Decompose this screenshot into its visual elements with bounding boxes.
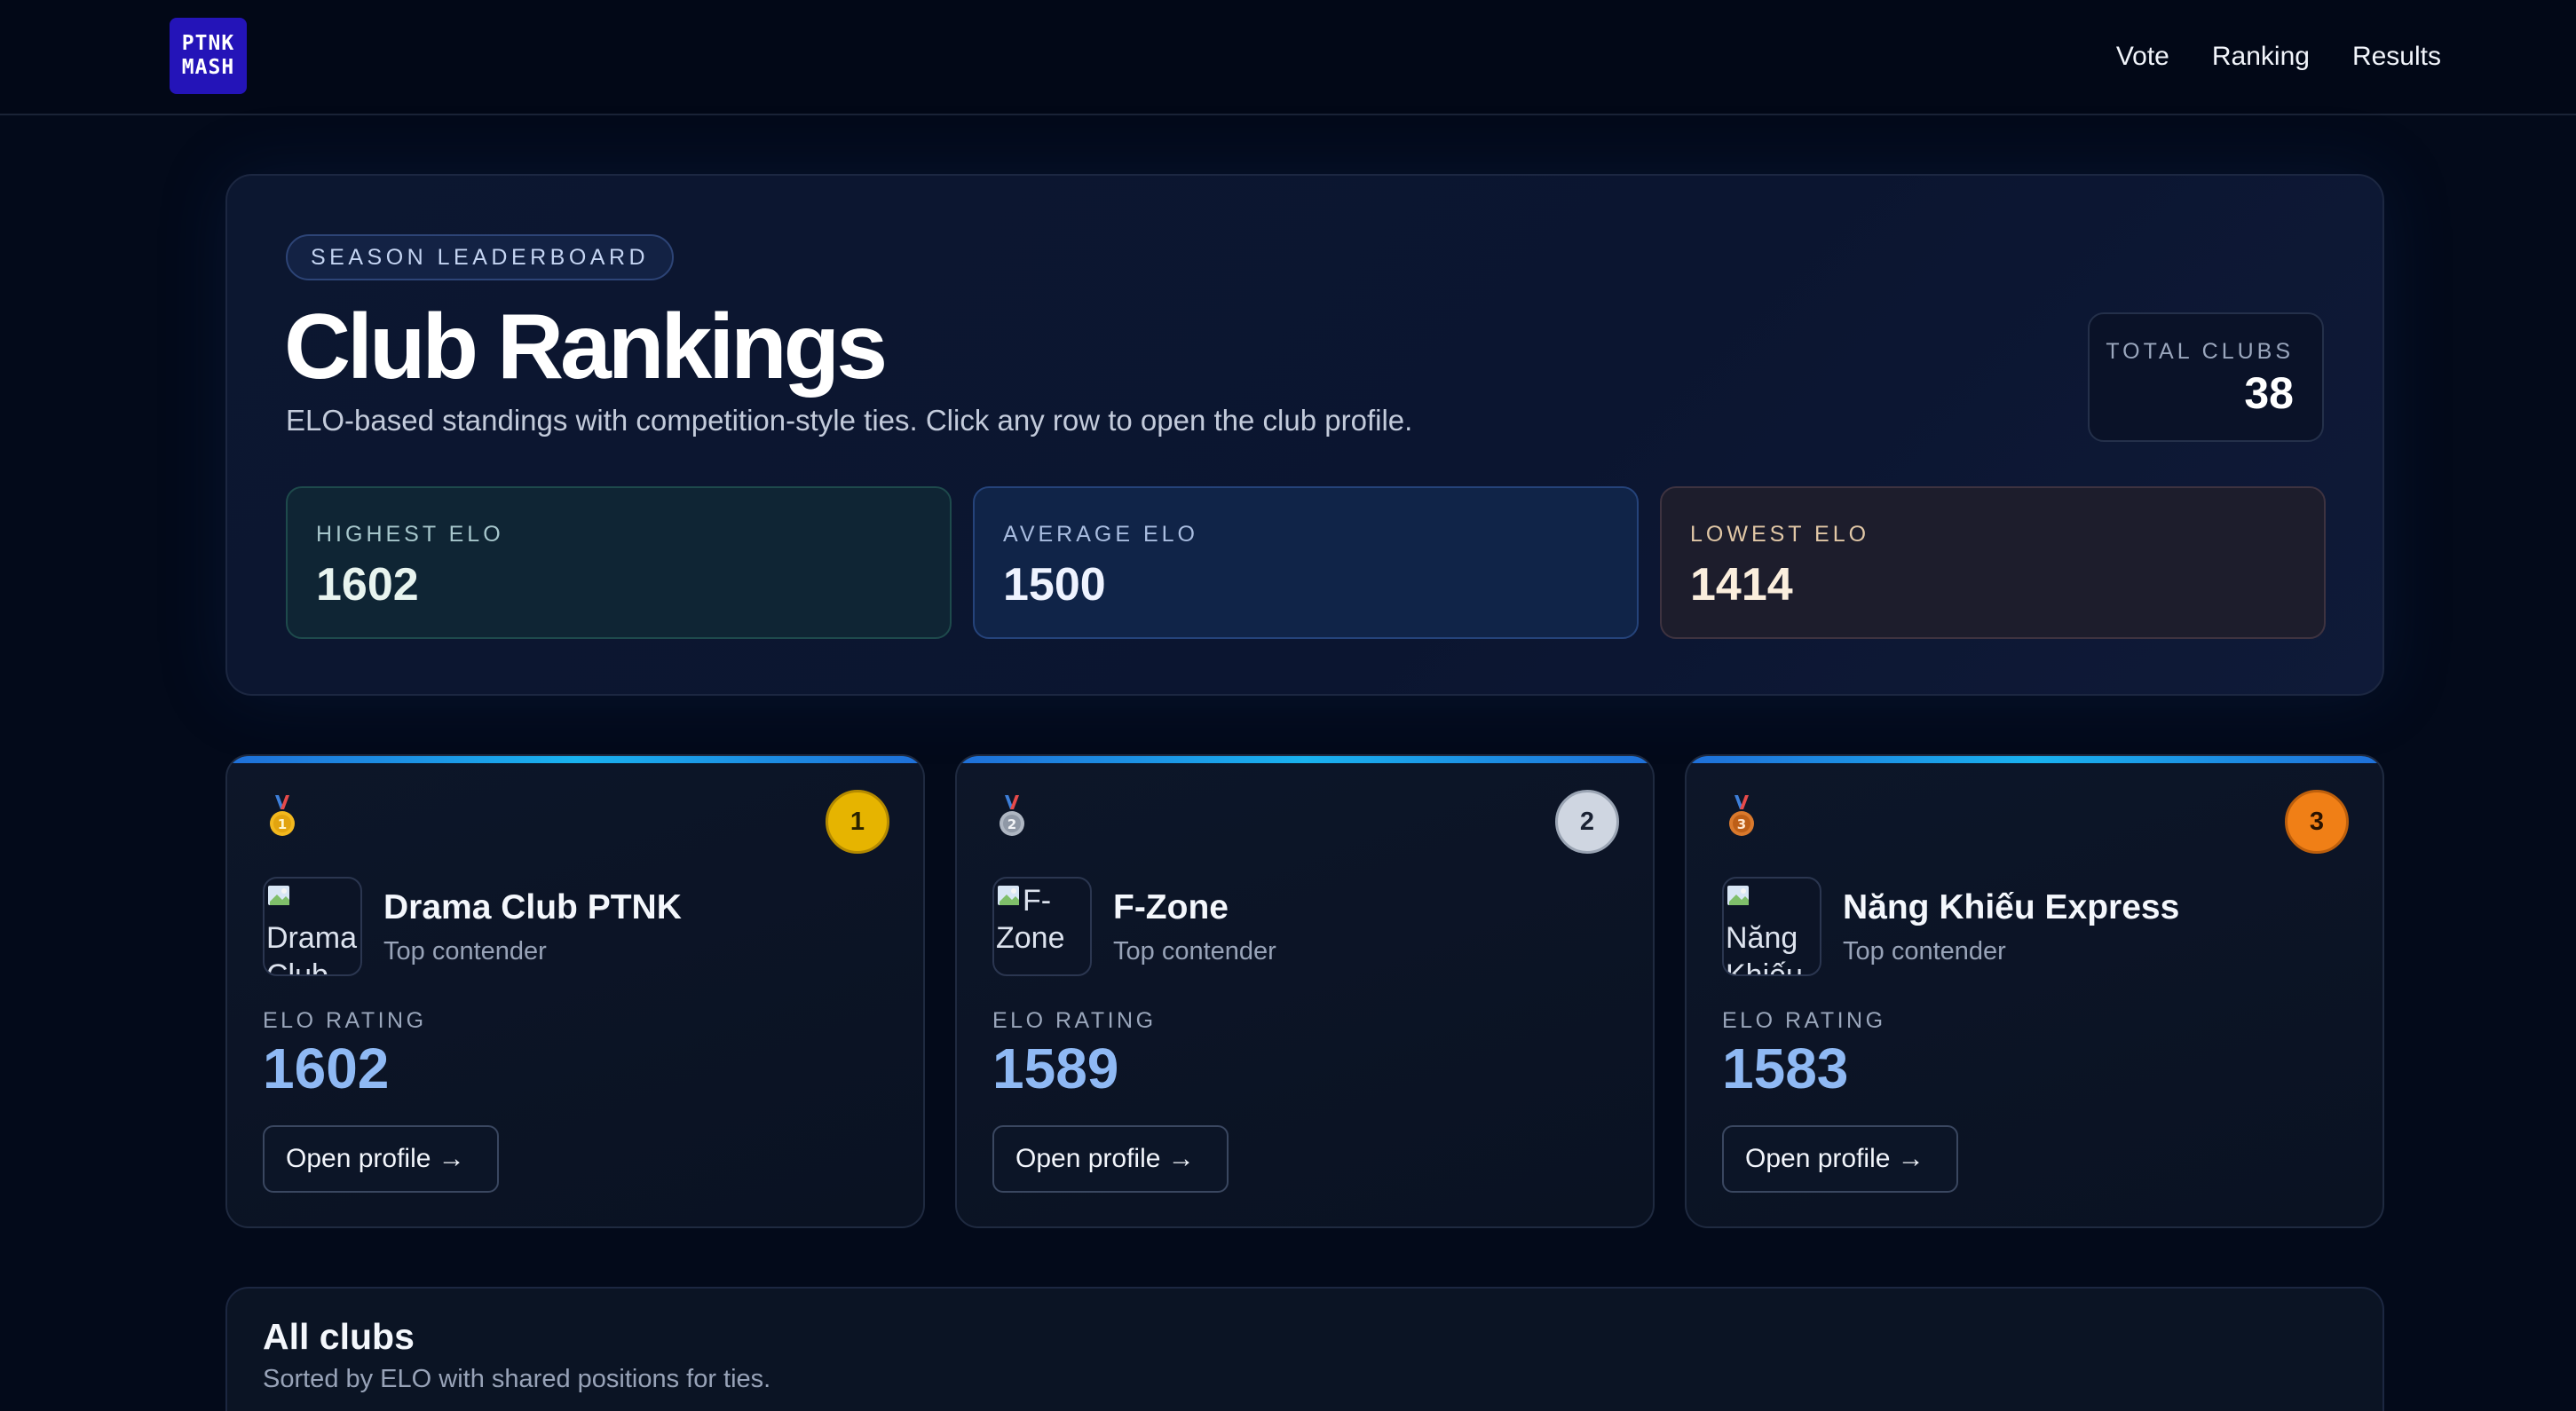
main-nav: Vote Ranking Results (2116, 35, 2441, 78)
card-accent-line (227, 756, 923, 763)
season-leaderboard-pill: SEASON LEADERBOARD (286, 234, 675, 280)
club-avatar: Drama Club (263, 877, 362, 976)
highest-elo-stat: HIGHEST ELO 1602 (286, 486, 952, 639)
top-navigation-bar: PTNK MASH Vote Ranking Results (0, 0, 2576, 115)
open-profile-label: Open profile (286, 1144, 431, 1173)
leaderboard-hero-panel: SEASON LEADERBOARD Club Rankings ELO-bas… (225, 174, 2384, 696)
logo-line-1: PTNK (181, 32, 235, 55)
club-tag: Top contender (383, 937, 547, 966)
rank-badge: 1 (826, 790, 889, 854)
card-accent-line (1687, 756, 2382, 763)
elo-rating-label: ELO RATING (1722, 1008, 1886, 1033)
lowest-elo-stat: LOWEST ELO 1414 (1660, 486, 2326, 639)
all-clubs-panel: All clubs Sorted by ELO with shared posi… (225, 1287, 2384, 1411)
nav-ranking-link[interactable]: Ranking (2212, 35, 2310, 78)
svg-text:3: 3 (1737, 816, 1746, 832)
elo-rating-label: ELO RATING (263, 1008, 427, 1033)
club-tag: Top contender (1843, 937, 2006, 966)
card-accent-line (957, 756, 1653, 763)
total-clubs-value: 38 (2244, 368, 2294, 418)
podium-card-2[interactable]: 2 2 F-Zone F-Zone Top contender ELO RATI… (955, 754, 1655, 1228)
open-profile-button[interactable]: Open profile → (992, 1125, 1229, 1193)
open-profile-button[interactable]: Open profile → (1722, 1125, 1958, 1193)
total-clubs-box: TOTAL CLUBS 38 (2088, 312, 2324, 442)
rank-badge: 2 (1555, 790, 1619, 854)
page-subtitle: ELO-based standings with competition-sty… (286, 404, 1413, 437)
elo-rating-label: ELO RATING (992, 1008, 1157, 1033)
lowest-elo-label: LOWEST ELO (1690, 522, 1870, 547)
svg-text:1: 1 (278, 816, 287, 832)
elo-rating-value: 1589 (992, 1037, 1119, 1100)
svg-text:2: 2 (1007, 816, 1016, 832)
silver-medal-icon: 2 (1000, 795, 1024, 836)
broken-image-icon (268, 886, 289, 905)
nav-vote-link[interactable]: Vote (2116, 35, 2169, 78)
highest-elo-value: 1602 (316, 559, 419, 611)
gold-medal-icon: 1 (270, 795, 295, 836)
arrow-right-icon: → (438, 1144, 465, 1173)
podium-card-3[interactable]: 3 3 Năng Khiếu Năng Khiếu Express Top co… (1685, 754, 2384, 1228)
club-avatar: Năng Khiếu (1722, 877, 1821, 976)
ptnk-mash-logo[interactable]: PTNK MASH (170, 18, 247, 94)
total-clubs-label: TOTAL CLUBS (2106, 339, 2294, 364)
podium-card-1[interactable]: 1 1 Drama Club Drama Club PTNK Top conte… (225, 754, 925, 1228)
club-name: F-Zone (1113, 888, 1229, 926)
elo-rating-value: 1602 (263, 1037, 390, 1100)
rank-badge: 3 (2285, 790, 2349, 854)
average-elo-value: 1500 (1003, 559, 1106, 611)
club-tag: Top contender (1113, 937, 1276, 966)
open-profile-button[interactable]: Open profile → (263, 1125, 499, 1193)
highest-elo-label: HIGHEST ELO (316, 522, 504, 547)
broken-image-icon (998, 886, 1019, 905)
all-clubs-subtitle: Sorted by ELO with shared positions for … (263, 1365, 771, 1393)
avatar-alt-text: Drama Club (266, 921, 358, 976)
arrow-right-icon: → (1897, 1144, 1924, 1173)
arrow-right-icon: → (1167, 1144, 1195, 1173)
club-avatar: F-Zone (992, 877, 1092, 976)
average-elo-stat: AVERAGE ELO 1500 (973, 486, 1639, 639)
club-name: Drama Club PTNK (383, 888, 682, 926)
open-profile-label: Open profile (1015, 1144, 1161, 1173)
bronze-medal-icon: 3 (1729, 795, 1754, 836)
page-title: Club Rankings (284, 296, 888, 398)
logo-line-2: MASH (181, 56, 235, 79)
lowest-elo-value: 1414 (1690, 559, 1793, 611)
open-profile-label: Open profile (1745, 1144, 1891, 1173)
club-name: Năng Khiếu Express (1843, 888, 2180, 926)
avatar-alt-text: Năng Khiếu (1726, 921, 1803, 976)
nav-results-link[interactable]: Results (2352, 35, 2441, 78)
all-clubs-title: All clubs (263, 1316, 415, 1357)
broken-image-icon (1727, 886, 1749, 905)
average-elo-label: AVERAGE ELO (1003, 522, 1198, 547)
elo-rating-value: 1583 (1722, 1037, 1849, 1100)
